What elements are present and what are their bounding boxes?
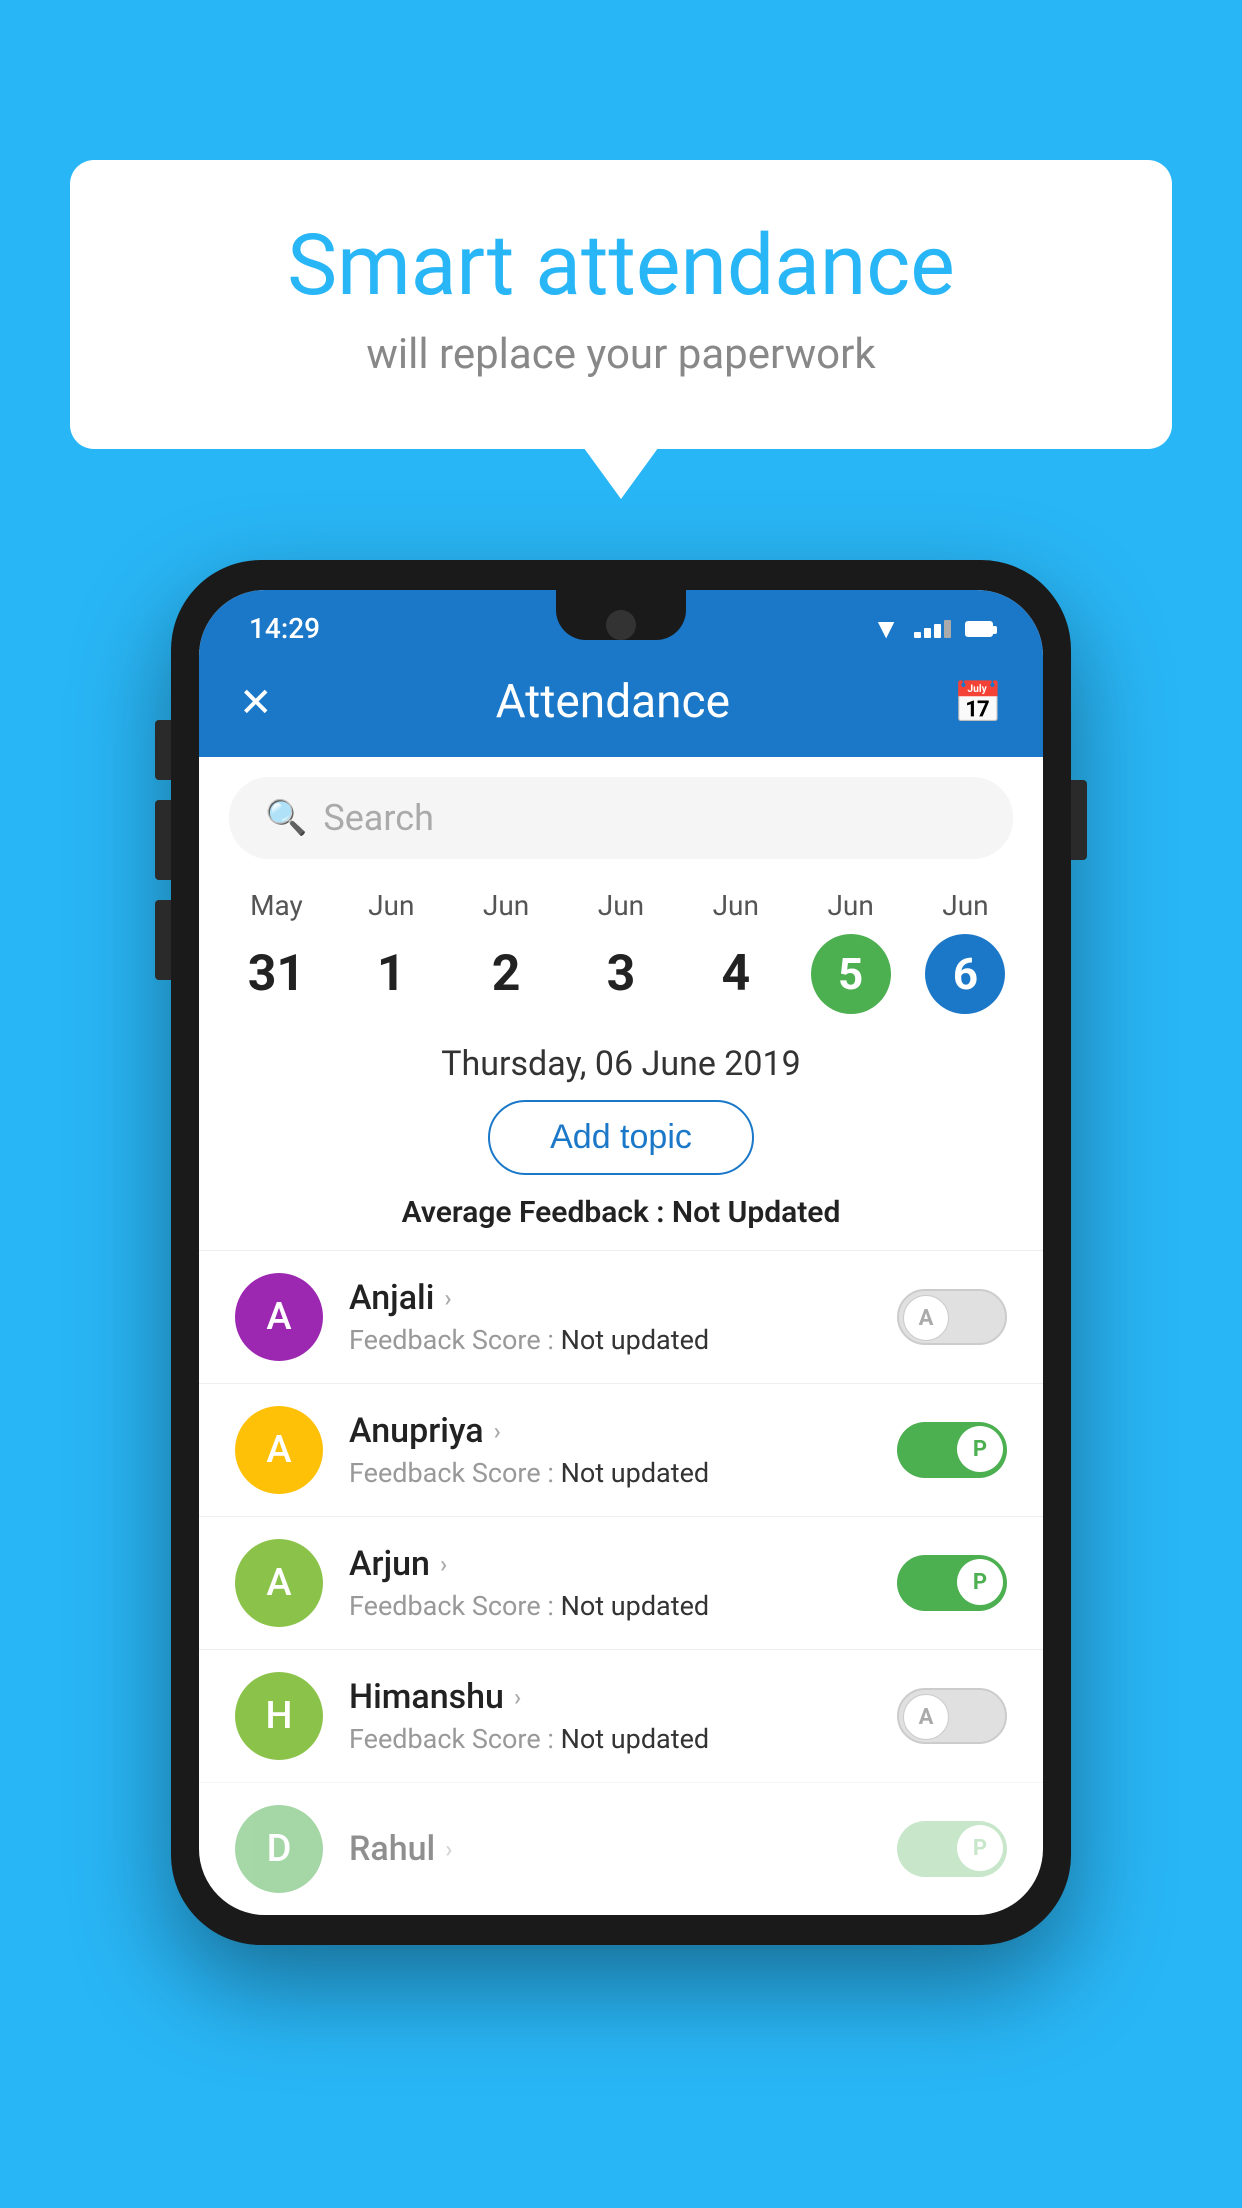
cal-date-0: 31 bbox=[236, 934, 316, 1014]
chevron-right-icon: › bbox=[440, 1550, 447, 1578]
cal-date-4: 4 bbox=[696, 934, 776, 1014]
cal-date-5: 5 bbox=[811, 934, 891, 1014]
status-time: 14:29 bbox=[249, 612, 320, 645]
selected-date-label: Thursday, 06 June 2019 bbox=[199, 1014, 1043, 1100]
speech-bubble: Smart attendance will replace your paper… bbox=[70, 160, 1172, 449]
volume-down-button bbox=[155, 800, 171, 880]
phone-notch bbox=[556, 590, 686, 640]
cal-month-2: Jun bbox=[483, 889, 529, 922]
avatar-partial: D bbox=[235, 1805, 323, 1893]
chevron-right-icon: › bbox=[514, 1683, 521, 1711]
add-topic-button[interactable]: Add topic bbox=[488, 1100, 754, 1175]
close-button[interactable]: ✕ bbox=[239, 679, 273, 726]
front-camera bbox=[606, 610, 636, 640]
wifi-icon: ▼ bbox=[872, 612, 900, 645]
student-info-anupriya: Anupriya › Feedback Score : Not updated bbox=[349, 1411, 871, 1489]
calendar-button[interactable]: 📅 bbox=[953, 679, 1003, 726]
student-info-himanshu: Himanshu › Feedback Score : Not updated bbox=[349, 1677, 871, 1755]
attendance-toggle-arjun[interactable]: P bbox=[897, 1555, 1007, 1611]
attendance-toggle-anjali[interactable]: A bbox=[897, 1289, 1007, 1345]
battery-icon bbox=[965, 621, 993, 637]
student-item-himanshu[interactable]: H Himanshu › Feedback Score : Not update… bbox=[199, 1649, 1043, 1782]
chevron-right-icon: › bbox=[444, 1284, 451, 1312]
calendar-strip: May 31 Jun 1 Jun 2 Jun 3 Jun 4 bbox=[199, 879, 1043, 1014]
student-item-anjali[interactable]: A Anjali › Feedback Score : Not updated … bbox=[199, 1250, 1043, 1383]
search-input[interactable]: Search bbox=[323, 797, 434, 839]
student-name-anjali: Anjali › bbox=[349, 1278, 871, 1318]
avg-feedback-value: Not Updated bbox=[672, 1195, 840, 1230]
toggle-knob-partial: P bbox=[957, 1825, 1003, 1871]
volume-up-button bbox=[155, 720, 171, 780]
avatar-himanshu: H bbox=[235, 1672, 323, 1760]
student-feedback-anupriya: Feedback Score : Not updated bbox=[349, 1457, 871, 1489]
avatar-anupriya: A bbox=[235, 1406, 323, 1494]
chevron-right-icon: › bbox=[445, 1835, 452, 1863]
cal-day-1[interactable]: Jun 1 bbox=[341, 889, 441, 1014]
search-bar[interactable]: 🔍 Search bbox=[229, 777, 1013, 859]
phone-frame: 14:29 ▼ ✕ Attend bbox=[171, 560, 1071, 1945]
student-item-anupriya[interactable]: A Anupriya › Feedback Score : Not update… bbox=[199, 1383, 1043, 1516]
avg-feedback-row: Average Feedback : Not Updated bbox=[199, 1195, 1043, 1250]
search-icon: 🔍 bbox=[265, 798, 307, 838]
cal-month-4: Jun bbox=[713, 889, 759, 922]
cal-day-5[interactable]: Jun 5 bbox=[801, 889, 901, 1014]
cal-day-2[interactable]: Jun 2 bbox=[456, 889, 556, 1014]
student-name-arjun: Arjun › bbox=[349, 1544, 871, 1584]
toggle-knob-arjun: P bbox=[957, 1559, 1003, 1605]
cal-day-3[interactable]: Jun 3 bbox=[571, 889, 671, 1014]
avatar-anjali: A bbox=[235, 1273, 323, 1361]
attendance-toggle-anupriya[interactable]: P bbox=[897, 1422, 1007, 1478]
toggle-knob-anjali: A bbox=[903, 1295, 949, 1341]
attendance-toggle-himanshu[interactable]: A bbox=[897, 1688, 1007, 1744]
student-feedback-arjun: Feedback Score : Not updated bbox=[349, 1590, 871, 1622]
toggle-knob-himanshu: A bbox=[903, 1694, 949, 1740]
student-item-partial: D Rahul › P bbox=[199, 1782, 1043, 1915]
student-name-partial: Rahul › bbox=[349, 1829, 871, 1869]
cal-date-2: 2 bbox=[466, 934, 546, 1014]
cal-month-1: Jun bbox=[368, 889, 414, 922]
student-list: A Anjali › Feedback Score : Not updated … bbox=[199, 1250, 1043, 1915]
cal-date-1: 1 bbox=[351, 934, 431, 1014]
cal-month-3: Jun bbox=[598, 889, 644, 922]
cal-month-0: May bbox=[250, 889, 303, 922]
cal-date-3: 3 bbox=[581, 934, 661, 1014]
app-bar-title: Attendance bbox=[496, 675, 730, 729]
cal-month-6: Jun bbox=[942, 889, 988, 922]
student-info-partial: Rahul › bbox=[349, 1829, 871, 1869]
silent-button bbox=[155, 900, 171, 980]
chevron-right-icon: › bbox=[494, 1417, 501, 1445]
cal-date-6: 6 bbox=[925, 934, 1005, 1014]
avg-feedback-label: Average Feedback : bbox=[402, 1195, 672, 1230]
cal-day-6[interactable]: Jun 6 bbox=[915, 889, 1015, 1014]
cal-day-0[interactable]: May 31 bbox=[226, 889, 326, 1014]
student-info-anjali: Anjali › Feedback Score : Not updated bbox=[349, 1278, 871, 1356]
student-item-arjun[interactable]: A Arjun › Feedback Score : Not updated P bbox=[199, 1516, 1043, 1649]
speech-bubble-title: Smart attendance bbox=[150, 220, 1092, 312]
student-name-anupriya: Anupriya › bbox=[349, 1411, 871, 1451]
toggle-knob-anupriya: P bbox=[957, 1426, 1003, 1472]
student-name-himanshu: Himanshu › bbox=[349, 1677, 871, 1717]
cal-month-5: Jun bbox=[827, 889, 873, 922]
status-icons: ▼ bbox=[872, 612, 993, 645]
avatar-arjun: A bbox=[235, 1539, 323, 1627]
power-button bbox=[1071, 780, 1087, 860]
signal-icon bbox=[914, 620, 951, 638]
attendance-toggle-partial: P bbox=[897, 1821, 1007, 1877]
phone-screen: 14:29 ▼ ✕ Attend bbox=[199, 590, 1043, 1915]
app-bar: ✕ Attendance 📅 bbox=[199, 655, 1043, 757]
student-info-arjun: Arjun › Feedback Score : Not updated bbox=[349, 1544, 871, 1622]
student-feedback-himanshu: Feedback Score : Not updated bbox=[349, 1723, 871, 1755]
cal-day-4[interactable]: Jun 4 bbox=[686, 889, 786, 1014]
speech-bubble-subtitle: will replace your paperwork bbox=[150, 330, 1092, 379]
student-feedback-anjali: Feedback Score : Not updated bbox=[349, 1324, 871, 1356]
